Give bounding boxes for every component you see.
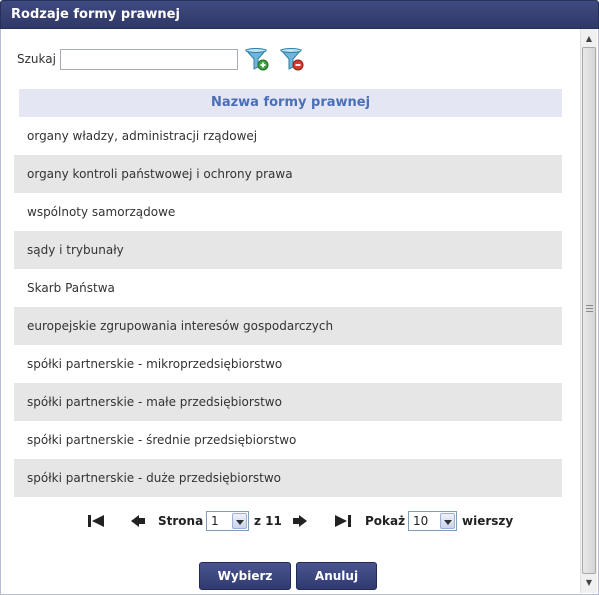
show-label: Pokaż bbox=[365, 514, 406, 528]
table-row[interactable]: wspólnoty samorządowe bbox=[14, 193, 562, 231]
last-page-icon[interactable] bbox=[334, 513, 352, 532]
filter-remove-icon[interactable] bbox=[279, 46, 305, 72]
search-input[interactable] bbox=[60, 49, 238, 70]
pagination-bar: Strona 1 z 11 Pokaż 10 wierszy bbox=[0, 509, 599, 533]
next-page-icon[interactable] bbox=[292, 513, 308, 532]
legal-form-table: Nazwa formy prawnej organy władzy, admin… bbox=[14, 89, 567, 497]
page-count-label: z 11 bbox=[254, 514, 282, 528]
table-row[interactable]: spółki partnerskie - małe przedsiębiorst… bbox=[14, 383, 562, 421]
thumb-grip-icon bbox=[586, 305, 593, 312]
scrollbar-thumb[interactable] bbox=[582, 47, 596, 574]
scroll-down-arrow-icon[interactable]: ▼ bbox=[581, 575, 597, 591]
search-label: Szukaj bbox=[17, 52, 56, 66]
dialog-title: Rodzaje formy prawnej bbox=[11, 7, 180, 22]
table-row[interactable]: spółki partnerskie - średnie przedsiębio… bbox=[14, 421, 562, 459]
rows-label: wierszy bbox=[462, 514, 514, 528]
table-row[interactable]: spółki partnerskie - mikroprzedsiębiorst… bbox=[14, 345, 562, 383]
filter-add-icon[interactable] bbox=[244, 46, 270, 72]
page-number-select[interactable]: 1 bbox=[206, 511, 249, 531]
scroll-up-arrow-icon[interactable]: ▲ bbox=[581, 31, 597, 47]
chevron-down-icon[interactable] bbox=[440, 513, 455, 529]
column-header-name[interactable]: Nazwa formy prawnej bbox=[19, 89, 562, 117]
table-row[interactable]: sądy i trybunały bbox=[14, 231, 562, 269]
first-page-icon[interactable] bbox=[87, 513, 105, 532]
cancel-button[interactable]: Anuluj bbox=[296, 562, 377, 590]
table-row[interactable]: Skarb Państwa bbox=[14, 269, 562, 307]
chevron-down-icon[interactable] bbox=[232, 513, 247, 529]
previous-page-icon[interactable] bbox=[130, 513, 146, 532]
select-button[interactable]: Wybierz bbox=[199, 562, 291, 590]
page-label: Strona bbox=[158, 514, 204, 528]
page-number-value: 1 bbox=[211, 514, 219, 528]
rows-per-page-value: 10 bbox=[413, 514, 429, 528]
table-row[interactable]: europejskie zgrupowania interesów gospod… bbox=[14, 307, 562, 345]
table-row[interactable]: organy kontroli państwowej i ochrony pra… bbox=[14, 155, 562, 193]
table-row[interactable]: spółki partnerskie - duże przedsiębiorst… bbox=[14, 459, 562, 497]
rows-per-page-select[interactable]: 10 bbox=[408, 511, 457, 531]
table-row[interactable]: organy władzy, administracji rządowej bbox=[14, 117, 562, 155]
dialog-titlebar[interactable]: Rodzaje formy prawnej bbox=[0, 0, 599, 29]
